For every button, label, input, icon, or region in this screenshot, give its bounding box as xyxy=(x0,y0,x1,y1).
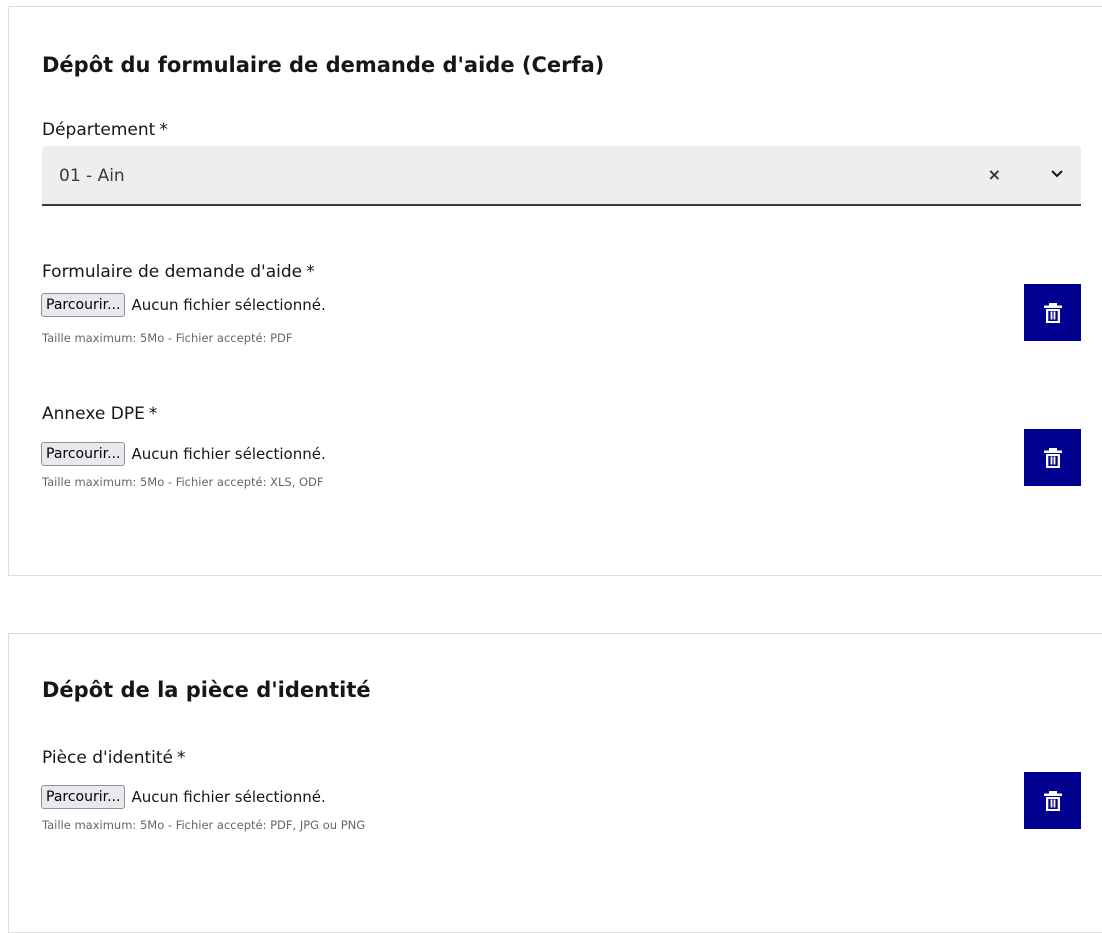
department-label-text: Département xyxy=(42,120,156,140)
trash-icon xyxy=(1043,447,1062,468)
upload-label-text: Formulaire de demande d'aide xyxy=(42,262,303,282)
trash-icon xyxy=(1043,302,1062,323)
upload-label-text: Pièce d'identité xyxy=(42,748,173,768)
clear-icon[interactable]: × xyxy=(988,165,1001,184)
browse-button[interactable]: Parcourir... xyxy=(41,293,126,317)
file-status: Aucun fichier sélectionné. xyxy=(131,296,326,314)
file-status: Aucun fichier sélectionné. xyxy=(131,788,326,806)
file-input[interactable]: Parcourir... Aucun fichier sélectionné. xyxy=(41,441,326,467)
upload-label: Pièce d'identité * xyxy=(42,748,186,768)
required-mark: * xyxy=(148,404,158,424)
department-label: Département * xyxy=(42,120,168,140)
department-select-value: 01 - Ain xyxy=(59,166,125,186)
department-select[interactable]: 01 - Ain × xyxy=(42,146,1081,206)
upload-label-text: Annexe DPE xyxy=(42,404,145,424)
section-title: Dépôt de la pièce d'identité xyxy=(42,678,371,702)
browse-button[interactable]: Parcourir... xyxy=(41,442,126,466)
chevron-down-icon[interactable] xyxy=(1049,166,1065,182)
file-status: Aucun fichier sélectionné. xyxy=(131,445,326,463)
required-mark: * xyxy=(159,120,168,140)
required-mark: * xyxy=(306,262,315,282)
required-mark: * xyxy=(177,748,186,768)
delete-button[interactable] xyxy=(1024,284,1081,341)
delete-button[interactable] xyxy=(1024,772,1081,829)
browse-button[interactable]: Parcourir... xyxy=(41,785,126,809)
upload-label: Formulaire de demande d'aide * xyxy=(42,262,315,282)
upload-hint: Taille maximum: 5Mo - Fichier accepté: X… xyxy=(42,475,324,489)
upload-hint: Taille maximum: 5Mo - Fichier accepté: P… xyxy=(42,331,293,345)
cerfa-upload-card: Dépôt du formulaire de demande d'aide (C… xyxy=(8,6,1102,576)
trash-icon xyxy=(1043,790,1062,811)
delete-button[interactable] xyxy=(1024,429,1081,486)
upload-hint: Taille maximum: 5Mo - Fichier accepté: P… xyxy=(42,818,366,832)
identity-upload-card: Dépôt de la pièce d'identité Pièce d'ide… xyxy=(8,633,1102,933)
upload-label: Annexe DPE * xyxy=(42,404,157,424)
file-input[interactable]: Parcourir... Aucun fichier sélectionné. xyxy=(41,784,326,810)
file-input[interactable]: Parcourir... Aucun fichier sélectionné. xyxy=(41,292,326,318)
section-title: Dépôt du formulaire de demande d'aide (C… xyxy=(42,53,605,77)
